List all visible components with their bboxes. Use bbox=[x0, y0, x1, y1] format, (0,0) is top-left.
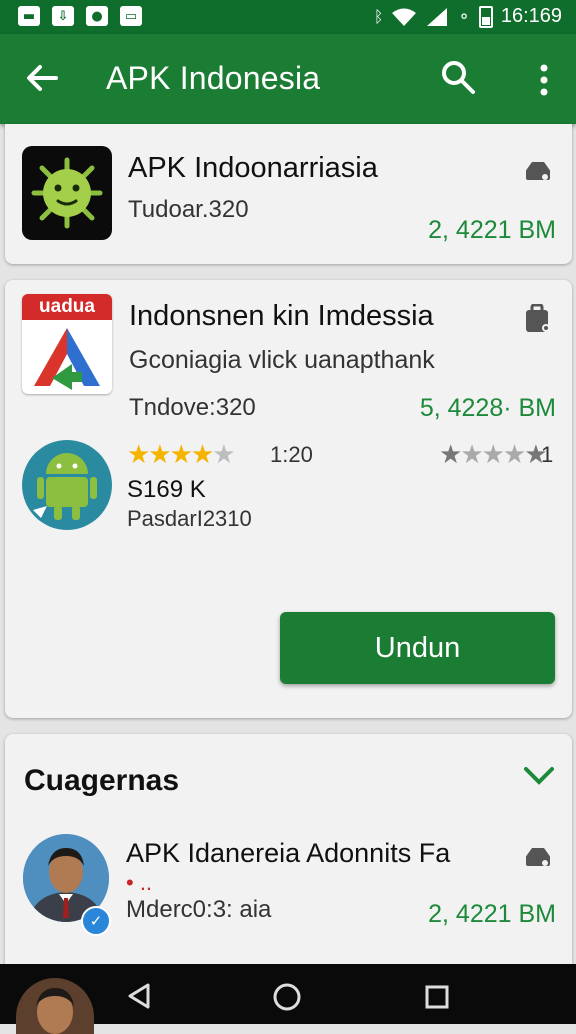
downloads-count: S169 K bbox=[127, 476, 206, 503]
back-arrow-icon[interactable] bbox=[22, 58, 62, 98]
battery-icon bbox=[478, 5, 493, 28]
avatar-thumbnail bbox=[16, 978, 94, 1034]
status-time: 16:169 bbox=[500, 5, 562, 27]
search-icon[interactable] bbox=[440, 59, 476, 95]
app-logo-icon: uadua bbox=[22, 294, 112, 394]
rating-count-right: 1 bbox=[541, 442, 554, 467]
photo-icon: ▬ bbox=[18, 6, 40, 26]
publisher-name: PasdarI2310 bbox=[127, 506, 252, 531]
signal-icon bbox=[427, 7, 448, 26]
briefcase-icon bbox=[526, 304, 550, 332]
app-title-2: Indonsnen kin Imdessia bbox=[129, 300, 434, 332]
app-size-2: 5, 4228· BM bbox=[419, 394, 556, 422]
chevron-down-icon[interactable] bbox=[523, 766, 555, 786]
circle-icon: ● bbox=[86, 6, 108, 26]
app-version-1: Tudoar.320 bbox=[128, 196, 249, 223]
app-subtitle-2: Gconiagia vlick uanapthank bbox=[129, 346, 435, 374]
related-app-dots: • .. bbox=[126, 870, 153, 895]
related-card: Cuagernas ✓ APK Idanereia Adonnits Fa • … bbox=[5, 734, 572, 974]
rating-stars: ★★★★★ bbox=[127, 440, 236, 470]
app-title: APK Indonesia bbox=[106, 60, 321, 96]
related-app-size: 2, 4221 BM bbox=[428, 900, 556, 928]
briefcase-icon bbox=[526, 162, 550, 180]
download-icon: ⇩ bbox=[52, 6, 74, 26]
install-button[interactable]: Undun bbox=[280, 612, 555, 684]
android-robot-icon bbox=[21, 436, 113, 534]
chat-icon: ▭ bbox=[120, 6, 142, 26]
app-card-2[interactable]: uadua Indonsnen kin Imdessia Gconiagia v… bbox=[5, 280, 572, 718]
app-logo-badge: uadua bbox=[22, 294, 112, 320]
app-title-1: APK Indoonarriasia bbox=[128, 152, 378, 184]
app-version-2: Tndove:320 bbox=[129, 394, 256, 421]
back-triangle-icon[interactable] bbox=[126, 982, 152, 1010]
related-app-title: APK Idanereia Adonnits Fa bbox=[126, 838, 451, 868]
related-app-version: Mderc0:3: aia bbox=[126, 896, 272, 923]
rating-value: 1:20 bbox=[270, 442, 313, 467]
bluetooth-icon: ᛒ bbox=[373, 7, 384, 26]
app-bar: APK Indonesia bbox=[0, 34, 576, 124]
verified-badge-icon: ✓ bbox=[81, 906, 111, 936]
wifi-icon bbox=[392, 8, 417, 26]
nosim-icon: ⚬ bbox=[457, 7, 471, 26]
recents-square-icon[interactable] bbox=[424, 984, 450, 1010]
more-vert-icon[interactable] bbox=[530, 60, 558, 100]
android-bug-icon bbox=[22, 146, 112, 240]
home-circle-icon[interactable] bbox=[272, 982, 302, 1012]
rating-stars-right: ★★★★★ bbox=[439, 440, 548, 470]
briefcase-icon bbox=[526, 848, 550, 866]
navigation-bar bbox=[0, 964, 576, 1034]
app-size-1: 2, 4221 BM bbox=[428, 216, 556, 244]
app-card-1[interactable]: APK Indoonarriasia Tudoar.320 2, 4221 BM bbox=[5, 124, 572, 264]
section-header: Cuagernas bbox=[24, 764, 180, 797]
status-bar: ▬ ⇩ ● ▭ ᛒ ⚬ 16:169 bbox=[0, 0, 576, 34]
